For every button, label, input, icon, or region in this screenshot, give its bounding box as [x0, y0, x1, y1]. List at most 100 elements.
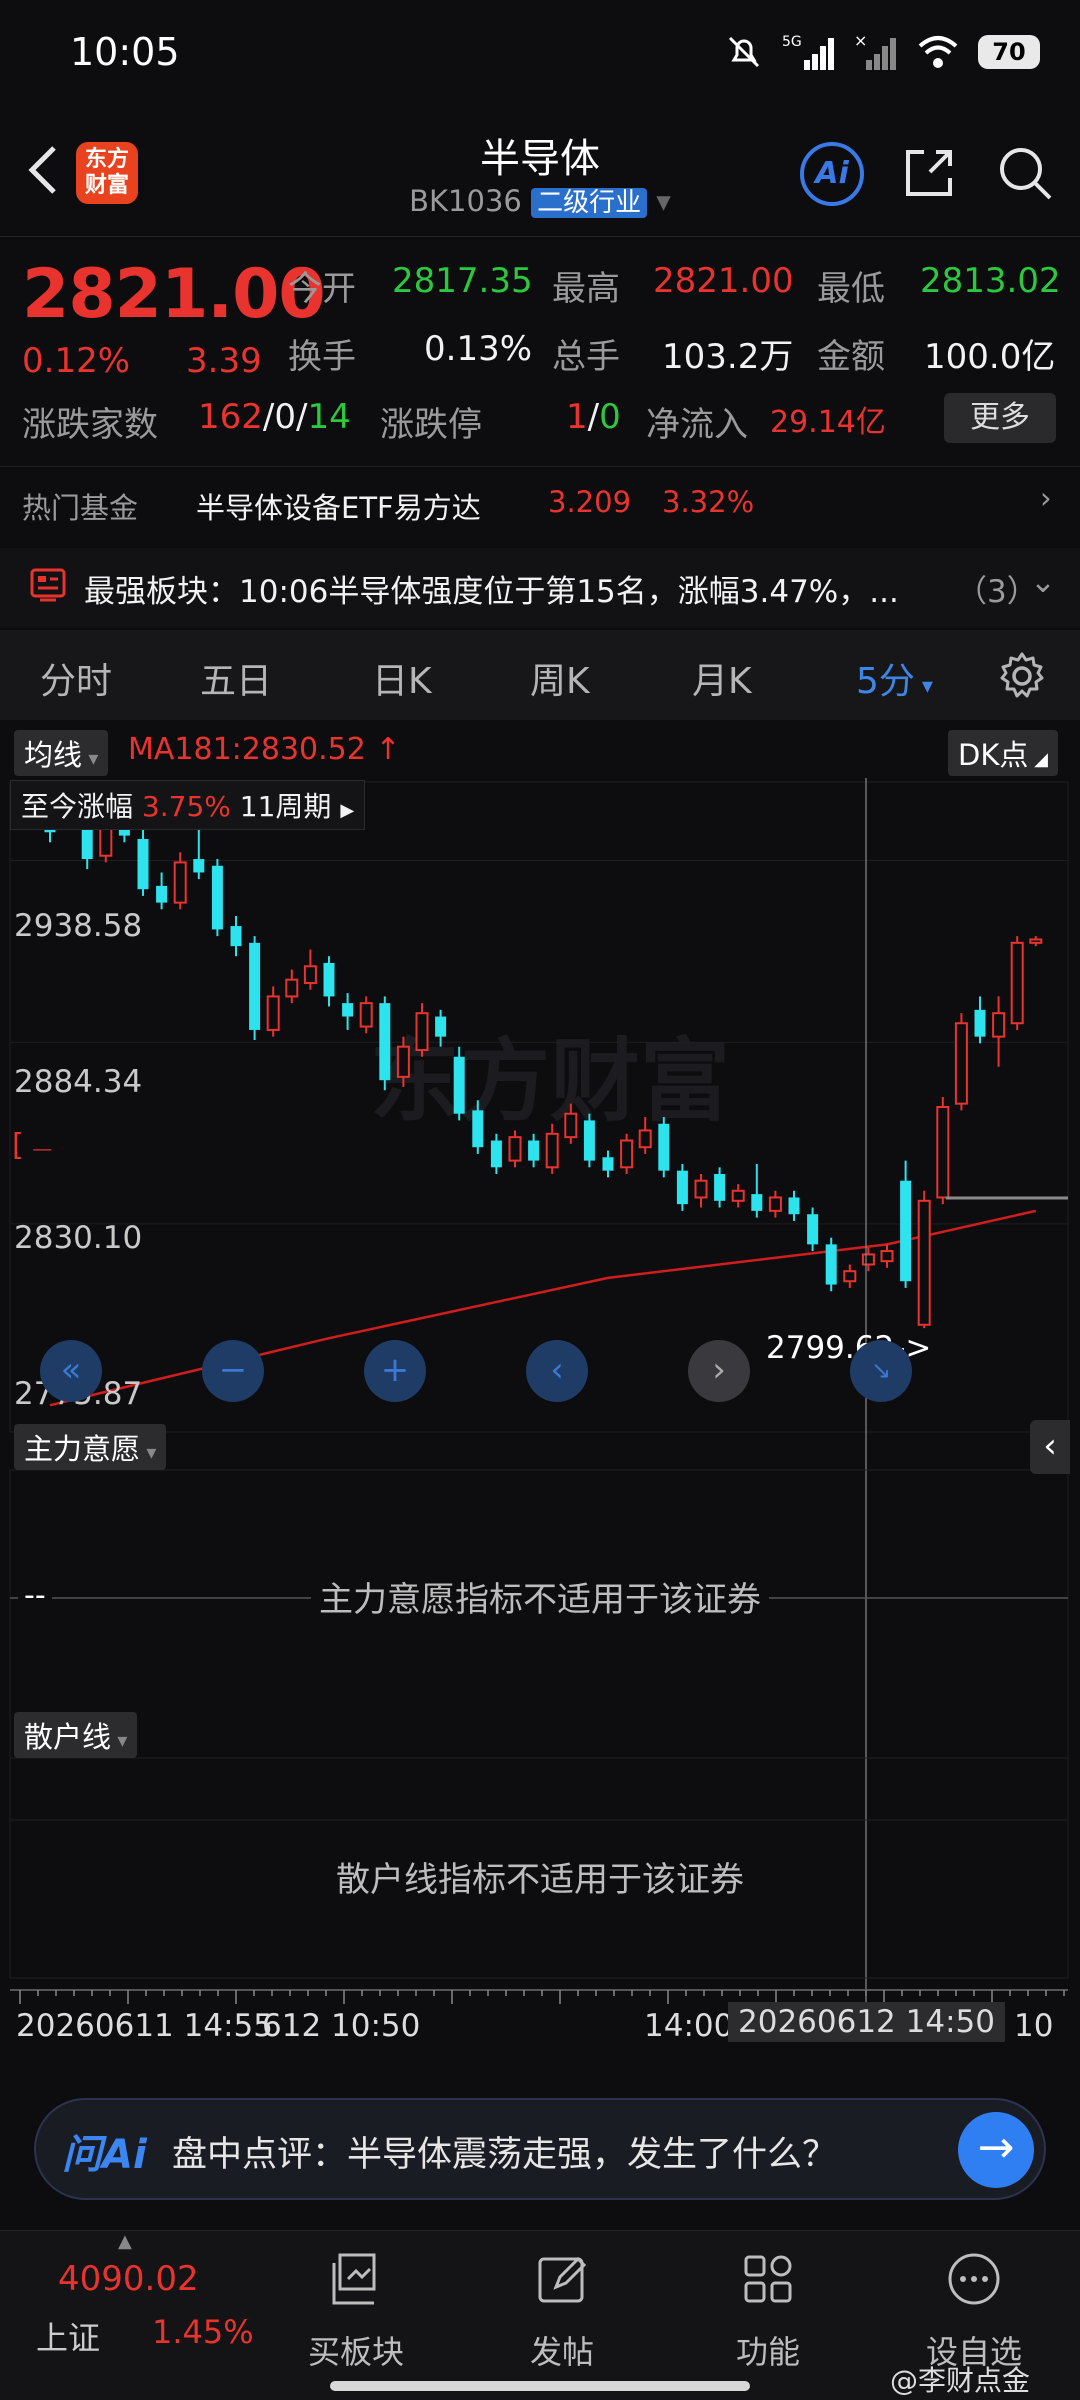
- candle-body: [379, 1003, 391, 1081]
- ai-button[interactable]: Ai: [800, 142, 864, 206]
- candle: [249, 936, 261, 1040]
- slash: /: [262, 397, 275, 437]
- candle: [714, 1167, 726, 1208]
- candle: [954, 1013, 968, 1111]
- period-gain-box[interactable]: 至今涨幅 3.75% 11周期 ▶: [10, 780, 366, 830]
- candle: [303, 949, 317, 990]
- candle-body: [342, 1003, 354, 1017]
- x-label: 10: [1014, 2008, 1054, 2044]
- candle-body: [490, 1140, 502, 1168]
- ask-ai-bar[interactable]: 问Ai 盘中点评：半导体震荡走强，发生了什么？ →: [34, 2098, 1046, 2200]
- nav-functions[interactable]: 功能: [678, 2249, 858, 2373]
- candle-body: [880, 1250, 894, 1263]
- main-force-selector[interactable]: 主力意愿 ▾: [14, 1424, 167, 1470]
- candle: [415, 1003, 429, 1057]
- settings-icon[interactable]: [996, 650, 1048, 702]
- high-value: 2821.00: [653, 261, 794, 301]
- hot-fund-row[interactable]: 热门基金 半导体设备ETF易方达 3.209 3.32% ›: [0, 466, 1080, 536]
- candle-body: [1010, 941, 1024, 1025]
- search-icon[interactable]: [996, 144, 1054, 202]
- turnover-label: 换手: [288, 337, 356, 377]
- candle-body: [211, 865, 223, 930]
- status-time: 10:05: [70, 30, 180, 74]
- tab-monthly-k[interactable]: 月K: [692, 652, 752, 704]
- candle-body: [974, 1009, 986, 1037]
- strongest-sector-row[interactable]: 最强板块：10:06半导体强度位于第15名，涨幅3.47%，... （3） ⌄: [0, 548, 1080, 628]
- grid-icon: [744, 2255, 792, 2303]
- zoom-in-icon[interactable]: +: [364, 1340, 426, 1402]
- scroll-right-icon[interactable]: ›: [688, 1340, 750, 1402]
- candle-body: [359, 1002, 373, 1028]
- candle: [843, 1264, 857, 1288]
- chevron-down-icon[interactable]: ⌄: [1030, 564, 1056, 600]
- y-tick-label: 2884.34: [14, 1064, 143, 1100]
- candle: [453, 1046, 465, 1121]
- buy-sector-icon: [332, 2253, 376, 2305]
- more-button[interactable]: 更多: [944, 393, 1056, 443]
- slash: /: [296, 397, 308, 437]
- bottom-nav: ▲ 4090.02 上证 1.45% 买板块 发帖 功能 设自选 @李财点金: [0, 2230, 1080, 2400]
- candle: [825, 1237, 837, 1292]
- candle-body: [825, 1244, 837, 1285]
- send-arrow-icon[interactable]: →: [958, 2112, 1034, 2188]
- netflow-value: 29.14亿: [770, 405, 886, 440]
- candle: [490, 1133, 502, 1175]
- kline-chart[interactable]: 均线 ▾ MA181:2830.52 ↑ DK点 ◢ 东方财富 至今涨幅 3.7…: [0, 722, 1080, 2062]
- battery-icon: 70: [978, 35, 1040, 69]
- quote-panel: 2821.00 0.12% 3.39 今开 2817.35 最高 2821.00…: [0, 236, 1080, 456]
- caret-down-icon[interactable]: ▾: [656, 184, 671, 218]
- main-force-label: 主力意愿: [24, 1432, 141, 1466]
- period-tabs: 分时 五日 日K 周K 月K 5分 ▾: [0, 630, 1080, 720]
- index-pct[interactable]: 1.45%: [152, 2313, 254, 2351]
- nav-post[interactable]: 发帖: [472, 2249, 652, 2373]
- tab-five-day[interactable]: 五日: [200, 652, 272, 704]
- candle: [323, 956, 335, 1007]
- netflow-label: 净流入: [646, 405, 748, 445]
- rewind-icon[interactable]: «: [40, 1340, 102, 1402]
- signal-icon: ×: [854, 32, 896, 70]
- candle: [861, 1247, 875, 1272]
- caret-up-icon: ▲: [118, 2231, 132, 2252]
- nav-add-watchlist[interactable]: 设自选: [884, 2249, 1064, 2373]
- reset-arrow-icon[interactable]: ↘: [850, 1340, 912, 1402]
- tab-five-minute[interactable]: 5分 ▾: [856, 652, 933, 704]
- volume-label: 总手: [552, 337, 620, 377]
- candle-body: [323, 962, 335, 997]
- scroll-left-icon[interactable]: ‹: [526, 1340, 588, 1402]
- x-label: 14:00: [644, 2008, 734, 2044]
- candle: [1029, 936, 1043, 947]
- candle: [342, 993, 354, 1030]
- limit-values: 1/0: [566, 397, 621, 437]
- retail-line-selector[interactable]: 散户线 ▾: [14, 1712, 138, 1758]
- status-icons: 5G × 70: [724, 30, 1040, 74]
- candle-body: [658, 1123, 670, 1171]
- candle-body: [694, 1179, 708, 1199]
- candle-body: [807, 1214, 819, 1245]
- zoom-out-icon[interactable]: −: [202, 1340, 264, 1402]
- candle-body: [137, 838, 149, 890]
- high-label: 最高: [552, 269, 620, 309]
- nav-buy-sector[interactable]: 买板块: [266, 2249, 446, 2373]
- more-dots-icon: [948, 2253, 1000, 2305]
- candle-body: [917, 1199, 931, 1326]
- index-value[interactable]: 4090.02: [58, 2259, 199, 2299]
- svg-text:×: ×: [854, 32, 867, 50]
- collapse-panel-icon[interactable]: ‹: [1030, 1420, 1070, 1474]
- candle-body: [545, 1132, 559, 1169]
- candle-body: [396, 1045, 410, 1078]
- candle: [211, 859, 223, 937]
- flat-count: 0: [274, 397, 297, 437]
- edit-icon: [538, 2256, 587, 2303]
- candle: [992, 996, 1006, 1067]
- tab-daily-k[interactable]: 日K: [372, 652, 432, 704]
- tab-intraday[interactable]: 分时: [40, 652, 112, 704]
- tab-weekly-k[interactable]: 周K: [530, 652, 590, 704]
- candle-body: [508, 1136, 522, 1162]
- share-icon[interactable]: [900, 144, 958, 202]
- index-name[interactable]: 上证: [36, 2313, 100, 2359]
- hot-fund-label: 热门基金: [22, 491, 139, 525]
- candle-body: [954, 1022, 968, 1105]
- retail-line-message: 散户线指标不适用于该证券: [336, 1860, 744, 1900]
- candle-body: [303, 965, 317, 985]
- candle: [751, 1163, 763, 1218]
